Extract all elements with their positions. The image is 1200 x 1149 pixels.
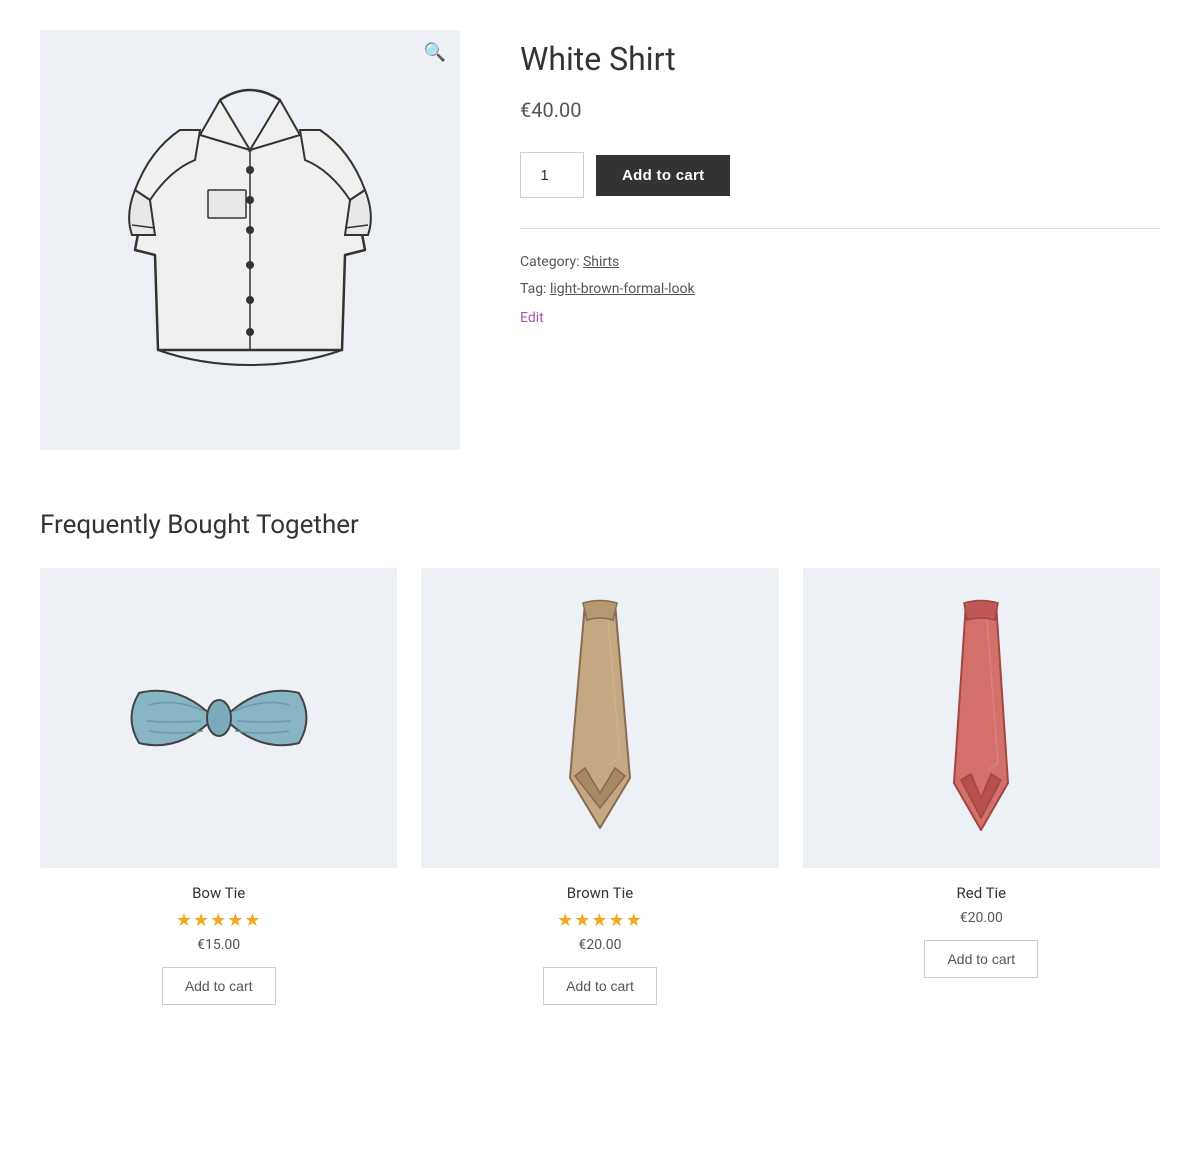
fbt-card-red-tie: Red Tie €20.00 Add to cart [803,568,1160,1005]
tag-label: Tag: [520,281,546,297]
zoom-icon[interactable]: 🔍 [424,42,446,63]
category-label: Category: [520,254,579,270]
product-section: 🔍 [40,30,1160,450]
red-tie-price: €20.00 [960,910,1003,926]
red-tie-name: Red Tie [957,884,1007,902]
product-info: White Shirt €40.00 Add to cart Category:… [520,30,1160,326]
tag-link[interactable]: light-brown-formal-look [550,281,695,297]
product-actions: Add to cart [520,152,1160,198]
product-price: €40.00 [520,98,1160,122]
fbt-card-bow-tie: Bow Tie ★★★★★ €15.00 Add to cart [40,568,397,1005]
bow-tie-add-to-cart-button[interactable]: Add to cart [162,967,276,1005]
brown-tie-name: Brown Tie [567,884,633,902]
add-to-cart-button[interactable]: Add to cart [596,155,730,196]
brown-tie-add-to-cart-button[interactable]: Add to cart [543,967,657,1005]
product-category: Category: Shirts [520,249,1160,276]
bow-tie-price: €15.00 [197,937,240,953]
category-link[interactable]: Shirts [583,254,619,270]
bow-tie-image [40,568,397,868]
product-image-wrapper: 🔍 [40,30,460,450]
product-meta: Category: Shirts Tag: light-brown-formal… [520,249,1160,302]
bow-tie-name: Bow Tie [192,884,245,902]
edit-link[interactable]: Edit [520,310,544,326]
brown-tie-image [421,568,778,868]
brown-tie-stars: ★★★★★ [557,910,643,931]
fbt-section: Frequently Bought Together [40,510,1160,1005]
fbt-grid: Bow Tie ★★★★★ €15.00 Add to cart [40,568,1160,1005]
product-tag: Tag: light-brown-formal-look [520,276,1160,303]
product-title: White Shirt [520,40,1160,78]
quantity-input[interactable] [520,152,584,198]
brown-tie-price: €20.00 [578,937,621,953]
fbt-card-brown-tie: Brown Tie ★★★★★ €20.00 Add to cart [421,568,778,1005]
product-image [120,70,380,410]
red-tie-add-to-cart-button[interactable]: Add to cart [924,940,1038,978]
bow-tie-stars: ★★★★★ [176,910,262,931]
product-divider [520,228,1160,229]
red-tie-image [803,568,1160,868]
fbt-title: Frequently Bought Together [40,510,1160,540]
